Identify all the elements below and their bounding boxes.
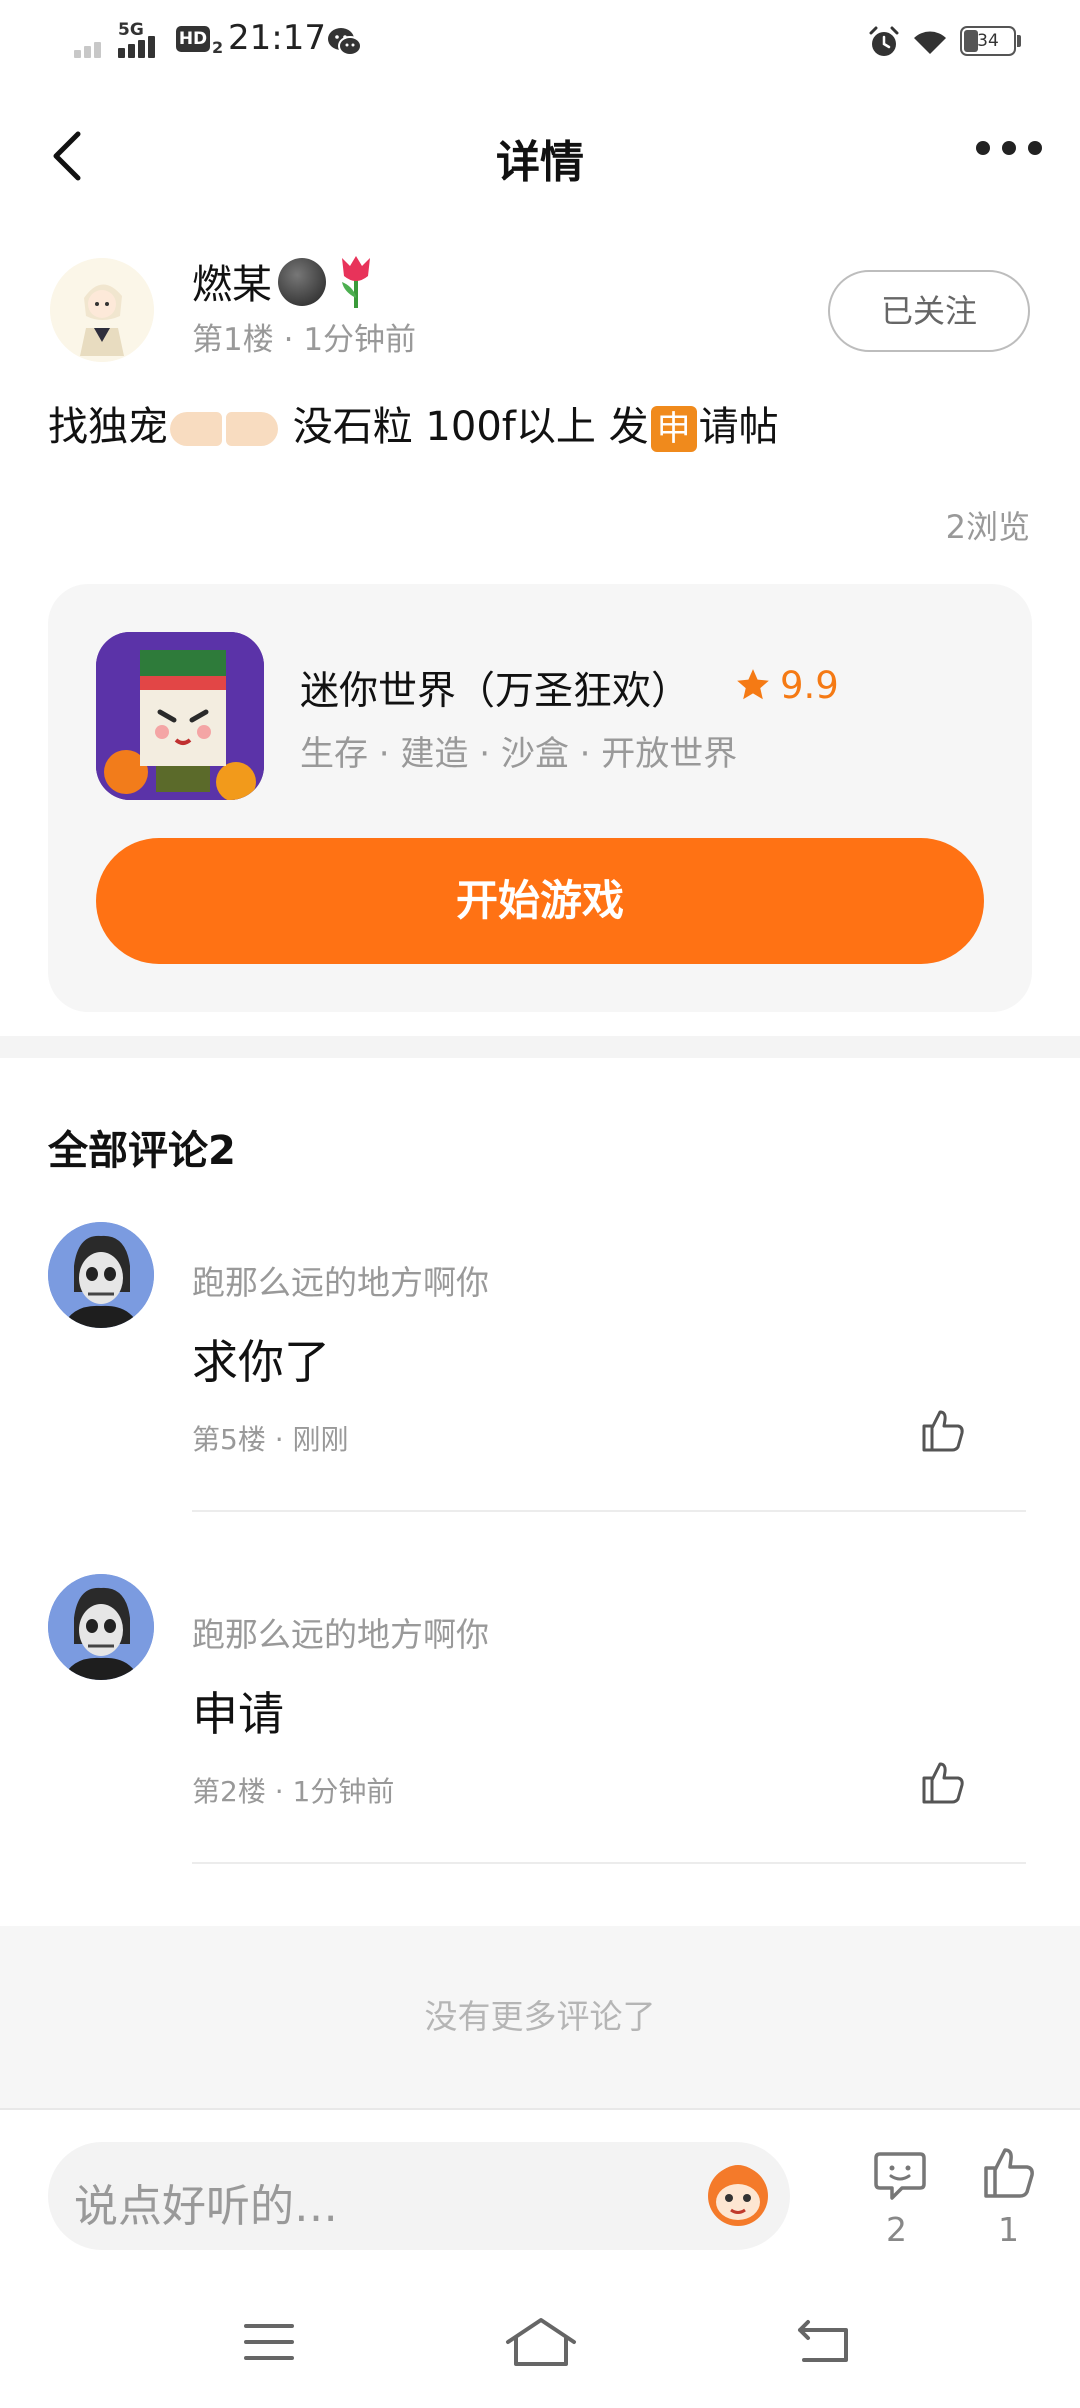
network-type: 5G	[118, 20, 144, 40]
commenter-avatar[interactable]	[48, 1574, 154, 1680]
game-rating: 9.9	[780, 664, 839, 707]
meta-separator: ·	[274, 1423, 293, 1456]
view-count: 2浏览	[945, 508, 1030, 546]
section-divider	[0, 1036, 1080, 1058]
like-count: 1	[998, 2210, 1019, 2249]
comment-time: 刚刚	[292, 1423, 349, 1456]
commenter-avatar[interactable]	[48, 1222, 154, 1328]
post-time: 1分钟前	[303, 322, 417, 358]
mascot-emoji-icon[interactable]	[700, 2156, 776, 2232]
start-game-button[interactable]: 开始游戏	[96, 838, 984, 964]
no-more-comments: 没有更多评论了	[424, 1997, 656, 2036]
more-dots-icon[interactable]	[976, 136, 1042, 158]
post-content: 找独宠 没石粒 100f以上 发申请帖	[48, 394, 779, 452]
post-floor: 第1楼	[192, 322, 274, 358]
game-title[interactable]: 迷你世界（万圣狂欢）	[300, 660, 690, 716]
comment-divider	[192, 1510, 1026, 1512]
tulip-emoji-icon	[342, 256, 370, 308]
like-thumb-icon[interactable]	[918, 1406, 966, 1454]
like-thumb-icon[interactable]	[918, 1758, 966, 1806]
wechat-icon	[328, 28, 362, 56]
comment-divider	[192, 1862, 1026, 1864]
game-tags: 生存 · 建造 · 沙盒 · 开放世界	[300, 734, 738, 774]
pointing-right-icon	[170, 412, 222, 446]
status-bar: 5G HD 2 21:17 34	[0, 0, 1080, 84]
like-icon[interactable]	[980, 2144, 1036, 2200]
clock: 21:17	[228, 18, 326, 58]
hd-sub: 2	[212, 38, 224, 57]
comment-input-placeholder: 说点好听的…	[74, 2181, 338, 2232]
back-icon[interactable]	[796, 2318, 850, 2364]
post-text-part3: 请帖	[698, 404, 779, 450]
dark-moon-emoji-icon	[278, 258, 326, 306]
comment-username[interactable]: 跑那么远的地方啊你	[192, 1256, 489, 1304]
battery-tip	[1017, 35, 1021, 47]
comment-count: 2	[886, 2210, 907, 2249]
wifi-icon	[914, 31, 946, 54]
pointing-left-icon	[226, 412, 278, 446]
comment-meta: 第2楼 · 1分钟前	[192, 1770, 394, 1810]
meta-separator: ·	[283, 322, 304, 358]
meta-separator: ·	[274, 1775, 293, 1808]
page-title: 详情	[496, 137, 584, 188]
star-icon	[737, 669, 769, 700]
comment-icon[interactable]	[872, 2146, 928, 2202]
alarm-icon	[869, 26, 899, 56]
comment-input[interactable]: 说点好听的…	[48, 2142, 790, 2250]
post-text-part1: 找独宠	[48, 404, 168, 450]
menu-icon[interactable]	[244, 2322, 294, 2362]
battery-level: 34	[977, 31, 999, 51]
comment-meta: 第5楼 · 刚刚	[192, 1418, 349, 1458]
author-name[interactable]: 燃某	[192, 252, 272, 310]
author-avatar[interactable]	[50, 258, 154, 362]
comments-header: 全部评论2	[48, 1128, 236, 1174]
home-icon[interactable]	[504, 2316, 578, 2368]
hd-badge: HD	[176, 26, 210, 52]
battery-icon: 34	[960, 26, 1016, 56]
comment-floor: 第5楼	[192, 1423, 266, 1456]
comment-body: 求你了	[192, 1335, 330, 1389]
apply-badge: 申	[650, 406, 697, 452]
follow-button[interactable]: 已关注	[828, 270, 1030, 352]
comment-username[interactable]: 跑那么远的地方啊你	[192, 1608, 489, 1656]
post-text-part2: 没石粒 100f以上 发	[280, 404, 649, 450]
comment-time: 1分钟前	[292, 1775, 395, 1808]
comment-body: 申请	[192, 1687, 284, 1741]
bottom-bar-divider	[0, 2108, 1080, 2110]
post-meta: 第1楼 · 1分钟前	[192, 314, 416, 359]
comment-floor: 第2楼	[192, 1775, 266, 1808]
game-icon[interactable]	[96, 632, 264, 800]
